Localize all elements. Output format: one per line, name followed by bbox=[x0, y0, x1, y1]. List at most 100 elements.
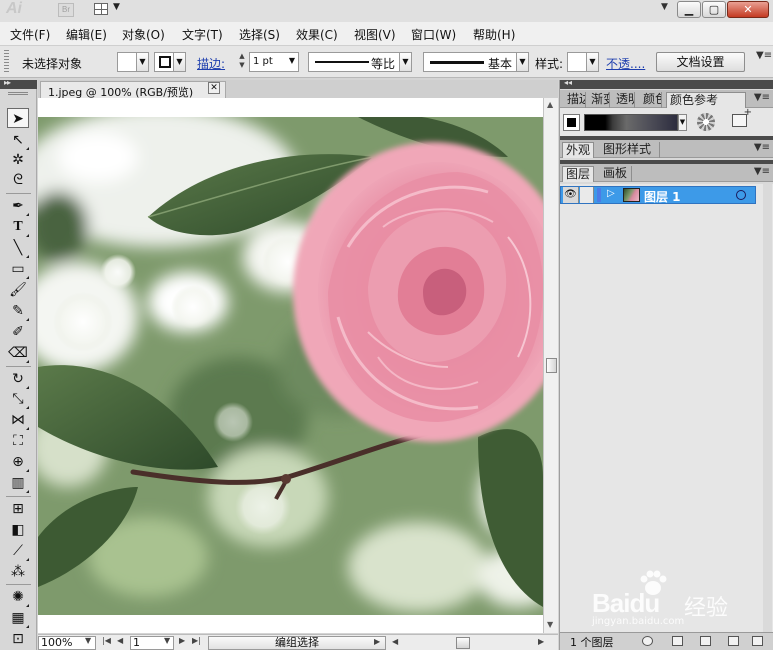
make-clipping-mask-icon[interactable] bbox=[672, 636, 683, 646]
selection-tool-icon[interactable]: ➤ bbox=[7, 108, 29, 128]
base-color-swatch[interactable] bbox=[563, 114, 580, 131]
symbol-sprayer-tool-icon[interactable]: ✺ bbox=[7, 587, 29, 607]
eraser-tool-icon[interactable]: ⌫ bbox=[7, 343, 29, 363]
menu-view[interactable]: 视图(V) bbox=[354, 26, 396, 43]
stroke-spinner[interactable]: ▲ ▼ bbox=[236, 52, 248, 72]
artboard-canvas[interactable] bbox=[38, 98, 543, 633]
scroll-up-icon[interactable]: ▲ bbox=[547, 100, 553, 109]
tab-gradient[interactable]: 渐变 bbox=[588, 92, 610, 108]
scroll-left-icon[interactable]: ◀ bbox=[392, 637, 398, 646]
horizontal-scrollbar[interactable]: ◀ ▶ bbox=[392, 637, 548, 649]
brush-dropdown[interactable]: ▼ bbox=[517, 52, 529, 72]
menu-file[interactable]: 文件(F) bbox=[10, 26, 50, 43]
graphic-style-dropdown[interactable]: ▼ bbox=[587, 52, 599, 72]
shape-builder-tool-icon[interactable]: ⊕ bbox=[7, 452, 29, 472]
document-tab[interactable]: 1.jpeg @ 100% (RGB/预览) bbox=[40, 81, 226, 99]
tab-graphic-styles[interactable]: 图形样式 bbox=[600, 142, 660, 158]
harmony-color-ramp[interactable] bbox=[584, 114, 678, 131]
fill-swatch[interactable] bbox=[117, 52, 137, 72]
menu-edit[interactable]: 编辑(E) bbox=[66, 26, 107, 43]
layer-name[interactable]: 图层 1 bbox=[644, 188, 681, 205]
menu-window[interactable]: 窗口(W) bbox=[411, 26, 456, 43]
minimize-button[interactable]: ▁ bbox=[677, 1, 701, 18]
visibility-eye-icon[interactable]: 👁 bbox=[563, 187, 579, 203]
expand-triangle-icon[interactable]: ▷ bbox=[607, 188, 615, 199]
graph-tool-icon[interactable]: ▥ bbox=[7, 473, 29, 493]
status-menu[interactable]: 编组选择 bbox=[208, 636, 386, 650]
opacity-link[interactable]: 不透.... bbox=[606, 55, 645, 72]
column-graph-tool-icon[interactable]: ▦ bbox=[7, 608, 29, 628]
vertical-scrollbar[interactable]: ▲ ▼ bbox=[543, 98, 558, 633]
first-artboard-icon[interactable]: |◀ bbox=[102, 636, 111, 645]
last-artboard-icon[interactable]: ▶| bbox=[192, 636, 201, 645]
new-layer-icon[interactable] bbox=[728, 636, 739, 646]
tab-color-guide[interactable]: 颜色参考 bbox=[666, 92, 746, 108]
variable-width-profile[interactable]: 等比 bbox=[308, 52, 400, 72]
create-sublayer-icon[interactable] bbox=[700, 636, 711, 646]
vertical-scroll-thumb[interactable] bbox=[546, 358, 557, 373]
tab-color[interactable]: 颜色 bbox=[640, 92, 662, 108]
panel-menu-icon[interactable]: ▼≡ bbox=[754, 142, 770, 153]
close-window-button[interactable]: ✕ bbox=[727, 1, 769, 18]
save-color-group-icon[interactable] bbox=[732, 107, 752, 127]
type-tool-icon[interactable]: T bbox=[7, 217, 29, 237]
menu-help[interactable]: 帮助(H) bbox=[473, 26, 515, 43]
menu-type[interactable]: 文字(T) bbox=[182, 26, 223, 43]
panel-menu-icon[interactable]: ▼≡ bbox=[754, 92, 770, 103]
panel-menu-icon[interactable]: ▼≡ bbox=[756, 50, 772, 61]
pen-tool-icon[interactable]: ✒ bbox=[7, 196, 29, 216]
lasso-tool-icon[interactable]: ᘓ bbox=[7, 170, 29, 190]
stroke-link[interactable]: 描边: bbox=[197, 55, 225, 72]
locate-object-icon[interactable] bbox=[642, 636, 653, 646]
menu-select[interactable]: 选择(S) bbox=[239, 26, 280, 43]
rectangle-tool-icon[interactable]: ▭ bbox=[7, 259, 29, 279]
rotate-tool-icon[interactable]: ↻ bbox=[7, 369, 29, 389]
tab-transparency[interactable]: 透明 bbox=[613, 92, 635, 108]
close-tab-icon[interactable]: ✕ bbox=[208, 82, 220, 94]
panel-menu-icon[interactable]: ▼≡ bbox=[754, 166, 770, 177]
trash-icon[interactable] bbox=[752, 636, 763, 646]
horizontal-scroll-thumb[interactable] bbox=[456, 637, 470, 649]
blob-brush-tool-icon[interactable]: ✐ bbox=[7, 322, 29, 342]
direct-selection-tool-icon[interactable]: ↖ bbox=[7, 130, 29, 150]
workspace-dropdown-icon[interactable]: ▼ bbox=[661, 2, 668, 12]
menu-object[interactable]: 对象(O) bbox=[122, 26, 165, 43]
gradient-tool-icon[interactable]: ◧ bbox=[7, 520, 29, 540]
scroll-down-icon[interactable]: ▼ bbox=[547, 620, 553, 629]
eyedropper-tool-icon[interactable]: ⟋ bbox=[7, 541, 29, 561]
blend-tool-icon[interactable]: ⁂ bbox=[7, 562, 29, 582]
stroke-weight-field[interactable]: 1 pt ▼ bbox=[249, 52, 299, 72]
free-transform-tool-icon[interactable]: ⛶ bbox=[7, 431, 29, 451]
artboard-tool-icon[interactable]: ⊡ bbox=[7, 629, 29, 649]
stroke-dropdown[interactable]: ▼ bbox=[174, 52, 186, 72]
tools-grip[interactable] bbox=[8, 92, 28, 95]
width-tool-icon[interactable]: ⋈ bbox=[7, 410, 29, 430]
layers-scrollbar[interactable] bbox=[763, 184, 772, 632]
arrange-documents-button[interactable]: ▼ bbox=[94, 2, 124, 18]
stroke-swatch[interactable] bbox=[154, 52, 174, 72]
tab-artboards[interactable]: 画板 bbox=[600, 166, 632, 182]
document-settings-button[interactable]: 文档设置 bbox=[656, 52, 745, 72]
tab-stroke[interactable]: 描边 bbox=[564, 92, 586, 108]
tab-appearance[interactable]: 外观 bbox=[562, 142, 594, 158]
maximize-button[interactable]: ▢ bbox=[702, 1, 726, 18]
previous-artboard-icon[interactable]: ◀ bbox=[117, 636, 123, 645]
scale-tool-icon[interactable]: ⤡ bbox=[7, 389, 29, 409]
profile-dropdown[interactable]: ▼ bbox=[400, 52, 412, 72]
layer-row[interactable]: 👁 ▷ 图层 1 bbox=[560, 186, 756, 204]
panel-dock-header[interactable]: ◂◂ bbox=[560, 78, 773, 89]
magic-wand-tool-icon[interactable]: ✲ bbox=[7, 150, 29, 170]
tools-header[interactable]: ▸▸ bbox=[0, 78, 37, 89]
artboard-dropdown-icon[interactable]: ▼ bbox=[164, 636, 170, 645]
line-tool-icon[interactable]: ╲ bbox=[7, 238, 29, 258]
menu-effect[interactable]: 效果(C) bbox=[296, 26, 338, 43]
bridge-button[interactable]: Br bbox=[58, 3, 74, 17]
fill-dropdown[interactable]: ▼ bbox=[137, 52, 149, 72]
target-circle-icon[interactable] bbox=[736, 190, 746, 200]
scroll-right-icon[interactable]: ▶ bbox=[538, 637, 544, 646]
graphic-style-swatch[interactable] bbox=[567, 52, 587, 72]
brush-definition[interactable]: 基本 bbox=[423, 52, 517, 72]
tab-layers[interactable]: 图层 bbox=[562, 166, 594, 182]
mesh-tool-icon[interactable]: ⊞ bbox=[7, 499, 29, 519]
zoom-dropdown-icon[interactable]: ▼ bbox=[85, 636, 91, 645]
